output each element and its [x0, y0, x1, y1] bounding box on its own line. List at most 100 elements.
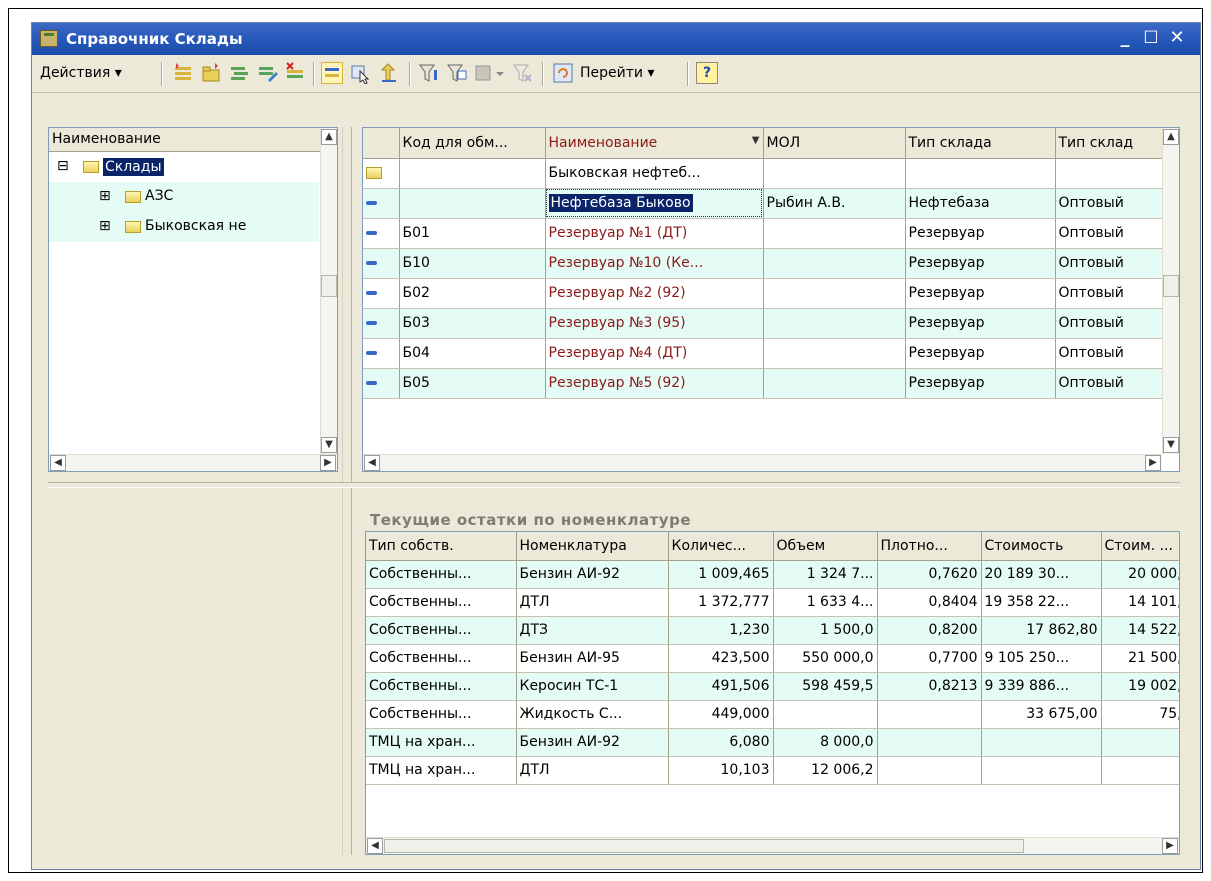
expand-icon[interactable]: ⊞	[99, 218, 111, 234]
scroll-thumb[interactable]	[384, 839, 1024, 853]
copy-item-icon[interactable]	[228, 62, 250, 84]
cell-name[interactable]: Резервуар №5 (92)	[545, 368, 764, 399]
cell-name[interactable]: Резервуар №3 (95)	[545, 308, 764, 339]
cell-name[interactable]: Резервуар №1 (ДТ)	[545, 218, 764, 249]
cell-type[interactable]	[905, 158, 1056, 189]
filter-history-icon[interactable]	[474, 62, 508, 84]
stock-row[interactable]: Собственны... ДТЗ 1,230 1 500,0 0,8200 17 862…	[366, 616, 1179, 645]
title-bar[interactable]: Справочник Склады _ ☐ ✕	[32, 23, 1200, 55]
stock-column-header[interactable]: Количес...	[668, 532, 774, 561]
hierarchy-toggle-icon[interactable]	[321, 62, 343, 84]
cell-type[interactable]: Резервуар	[905, 218, 1056, 249]
stock-horizontal-scrollbar[interactable]: ◀ ▶	[366, 837, 1179, 854]
cell-type[interactable]: Резервуар	[905, 368, 1056, 399]
cell-code[interactable]: Б10	[399, 248, 546, 279]
stock-column-header[interactable]: Номенклатура	[516, 532, 669, 561]
tree-item[interactable]: ⊞ Быковская не	[49, 212, 319, 242]
scroll-thumb[interactable]	[321, 275, 337, 297]
stock-row[interactable]: Собственны... Бензин АИ-92 1 009,465 1 324 …	[366, 560, 1179, 589]
table-row[interactable]: Б03 Резервуар №3 (95) Резервуар Оптовый	[363, 308, 1164, 339]
cell-mol[interactable]: Рыбин А.В.	[763, 188, 906, 219]
table-row[interactable]: Б10 Резервуар №10 (Ке... Резервуар Оптовый	[363, 248, 1164, 279]
stock-row[interactable]: Собственны... ДТЛ 1 372,777 1 633 4... 0,840…	[366, 588, 1179, 617]
cell-code[interactable]: Б04	[399, 338, 546, 369]
stock-column-header[interactable]: Стоимость	[981, 532, 1102, 561]
column-header-code[interactable]: Код для обм...	[399, 128, 546, 159]
scroll-left-icon[interactable]: ◀	[364, 455, 380, 471]
tree-item[interactable]: ⊞ АЗС	[49, 182, 319, 212]
cell-code[interactable]: Б02	[399, 278, 546, 309]
delete-item-icon[interactable]	[284, 62, 306, 84]
stock-column-header[interactable]: Объем	[773, 532, 878, 561]
cell-mol[interactable]	[763, 308, 906, 339]
cell-type[interactable]: Резервуар	[905, 248, 1056, 279]
cell-type2[interactable]: Оптовый	[1055, 188, 1164, 219]
scroll-left-icon[interactable]: ◀	[367, 838, 383, 854]
scroll-right-icon[interactable]: ▶	[1162, 838, 1178, 854]
filter-by-value-icon[interactable]	[446, 62, 468, 84]
tree-item[interactable]: ⊟ Склады	[49, 152, 319, 182]
cell-mol[interactable]	[763, 248, 906, 279]
scroll-left-icon[interactable]: ◀	[50, 455, 66, 471]
cell-type2[interactable]: Оптовый	[1055, 278, 1164, 309]
cell-code[interactable]	[399, 158, 546, 189]
column-header-type2[interactable]: Тип склад	[1055, 128, 1164, 159]
filter-icon[interactable]	[418, 62, 440, 84]
cell-mol[interactable]	[763, 368, 906, 399]
help-button[interactable]: ?	[696, 62, 718, 84]
scroll-up-icon[interactable]: ▲	[321, 129, 337, 145]
table-row[interactable]: Б02 Резервуар №2 (92) Резервуар Оптовый	[363, 278, 1164, 309]
cell-mol[interactable]	[763, 278, 906, 309]
cell-type[interactable]: Резервуар	[905, 308, 1056, 339]
cell-type2[interactable]: Оптовый	[1055, 338, 1164, 369]
expand-icon[interactable]: ⊞	[99, 188, 111, 204]
cell-type[interactable]: Нефтебаза	[905, 188, 1056, 219]
cell-code[interactable]: Б05	[399, 368, 546, 399]
cell-name[interactable]: Резервуар №4 (ДТ)	[545, 338, 764, 369]
minimize-button[interactable]: _	[1114, 28, 1136, 48]
cell-code[interactable]: Б03	[399, 308, 546, 339]
close-button[interactable]: ✕	[1166, 28, 1188, 48]
horizontal-splitter[interactable]	[48, 482, 1180, 488]
cell-code[interactable]	[399, 188, 546, 219]
table-horizontal-scrollbar[interactable]: ◀ ▶	[363, 454, 1162, 471]
cell-type2[interactable]	[1055, 158, 1164, 189]
stock-row[interactable]: ТМЦ на хран... ДТЛ 10,103 12 006,2	[366, 756, 1179, 785]
stock-row[interactable]: Собственны... Бензин АИ-95 423,500 550 000,…	[366, 644, 1179, 673]
scroll-right-icon[interactable]: ▶	[320, 455, 336, 471]
stock-row[interactable]: ТМЦ на хран... Бензин АИ-92 6,080 8 000,0	[366, 728, 1179, 757]
scroll-down-icon[interactable]: ▼	[1163, 437, 1179, 453]
vertical-splitter[interactable]	[342, 127, 352, 855]
move-to-group-icon[interactable]	[350, 62, 372, 85]
cell-type2[interactable]: Оптовый	[1055, 368, 1164, 399]
scroll-down-icon[interactable]: ▼	[321, 437, 337, 453]
stock-row[interactable]: Собственны... Керосин ТС-1 491,506 598 459,…	[366, 672, 1179, 701]
scroll-up-icon[interactable]: ▲	[1163, 129, 1179, 145]
refresh-icon[interactable]	[552, 62, 574, 84]
cell-name[interactable]: Резервуар №2 (92)	[545, 278, 764, 309]
cell-type[interactable]: Резервуар	[905, 278, 1056, 309]
column-header-type[interactable]: Тип склада	[905, 128, 1056, 159]
actions-menu[interactable]: Действия ▾	[40, 65, 122, 81]
tree-vertical-scrollbar[interactable]: ▲ ▼	[320, 128, 337, 454]
cell-name[interactable]: Быковская нефтеб...	[545, 158, 764, 189]
edit-item-icon[interactable]	[256, 62, 278, 84]
cell-code[interactable]: Б01	[399, 218, 546, 249]
cell-mol[interactable]	[763, 338, 906, 369]
table-row[interactable]: Б05 Резервуар №5 (92) Резервуар Оптовый	[363, 368, 1164, 399]
column-header-mol[interactable]: МОЛ	[763, 128, 906, 159]
cell-name[interactable]: Резервуар №10 (Ке...	[545, 248, 764, 279]
table-vertical-scrollbar[interactable]: ▲ ▼	[1162, 128, 1179, 454]
stock-column-header[interactable]: Плотно...	[877, 532, 982, 561]
table-row[interactable]: Б04 Резервуар №4 (ДТ) Резервуар Оптовый	[363, 338, 1164, 369]
table-row[interactable]: Б01 Резервуар №1 (ДТ) Резервуар Оптовый	[363, 218, 1164, 249]
icon-column-header[interactable]	[363, 128, 400, 159]
clear-filter-icon[interactable]	[512, 62, 534, 84]
add-item-icon[interactable]	[172, 62, 194, 84]
cell-mol[interactable]	[763, 158, 906, 189]
stock-column-header[interactable]: Тип собств.	[366, 532, 517, 561]
column-header-name[interactable]: Наименование ▼	[545, 128, 764, 159]
add-folder-icon[interactable]	[200, 62, 222, 84]
tree-horizontal-scrollbar[interactable]: ◀ ▶	[49, 454, 337, 471]
level-up-icon[interactable]	[378, 62, 400, 84]
